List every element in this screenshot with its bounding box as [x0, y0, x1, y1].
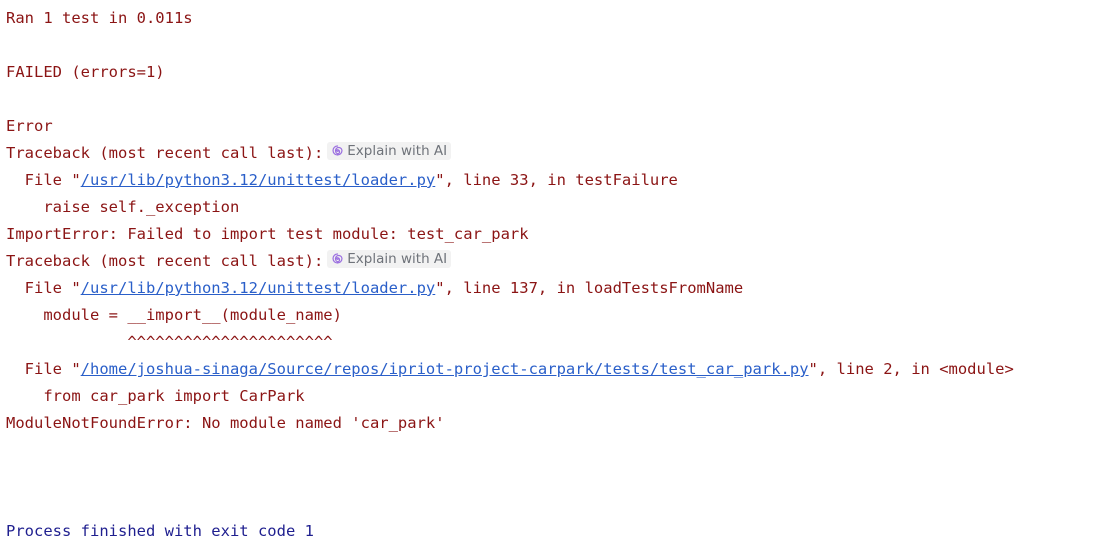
run-console-output: Ran 1 test in 0.011s FAILED (errors=1) E… [0, 0, 1094, 553]
traceback-frame: File "/usr/lib/python3.12/unittest/loade… [6, 167, 678, 194]
frame-suffix: ", line 137, in loadTestsFromName [435, 279, 744, 297]
caret-marker-line: ^^^^^^^^^^^^^^^^^^^^^^ [6, 333, 333, 351]
frame-prefix: File " [6, 279, 81, 297]
import-error-line: ImportError: Failed to import test modul… [6, 225, 529, 243]
frame-prefix: File " [6, 360, 81, 378]
traceback-frame: File "/usr/lib/python3.12/unittest/loade… [6, 275, 744, 302]
frame-suffix: ", line 2, in <module> [808, 360, 1014, 378]
ai-spiral-icon [332, 145, 343, 156]
ran-tests-line: Ran 1 test in 0.011s [6, 9, 193, 27]
error-heading: Error [6, 117, 53, 135]
traceback-label: Traceback (most recent call last): [6, 144, 324, 162]
explain-with-ai-label: Explain with AI [347, 142, 448, 159]
module-not-found-error-line: ModuleNotFoundError: No module named 'ca… [6, 414, 445, 432]
process-finished-line: Process finished with exit code 1 [6, 522, 314, 540]
frame-prefix: File " [6, 171, 81, 189]
traceback-header: Traceback (most recent call last): Explai… [6, 248, 452, 275]
explain-with-ai-button[interactable]: Explain with AI [327, 249, 452, 268]
file-path-link[interactable]: /home/joshua-sinaga/Source/repos/ipriot-… [81, 360, 809, 378]
file-path-link[interactable]: /usr/lib/python3.12/unittest/loader.py [81, 279, 436, 297]
traceback-code-line: module = __import__(module_name) [6, 306, 342, 324]
failed-summary-line: FAILED (errors=1) [6, 63, 165, 81]
ai-spiral-icon [332, 253, 343, 264]
file-path-link[interactable]: /usr/lib/python3.12/unittest/loader.py [81, 171, 436, 189]
traceback-label: Traceback (most recent call last): [6, 252, 324, 270]
frame-suffix: ", line 33, in testFailure [435, 171, 678, 189]
traceback-frame: File "/home/joshua-sinaga/Source/repos/i… [6, 356, 1014, 383]
explain-with-ai-label: Explain with AI [347, 250, 448, 267]
traceback-header: Traceback (most recent call last): Explai… [6, 140, 452, 167]
traceback-code-line: from car_park import CarPark [6, 387, 305, 405]
traceback-code-line: raise self._exception [6, 198, 240, 216]
explain-with-ai-button[interactable]: Explain with AI [327, 141, 452, 160]
